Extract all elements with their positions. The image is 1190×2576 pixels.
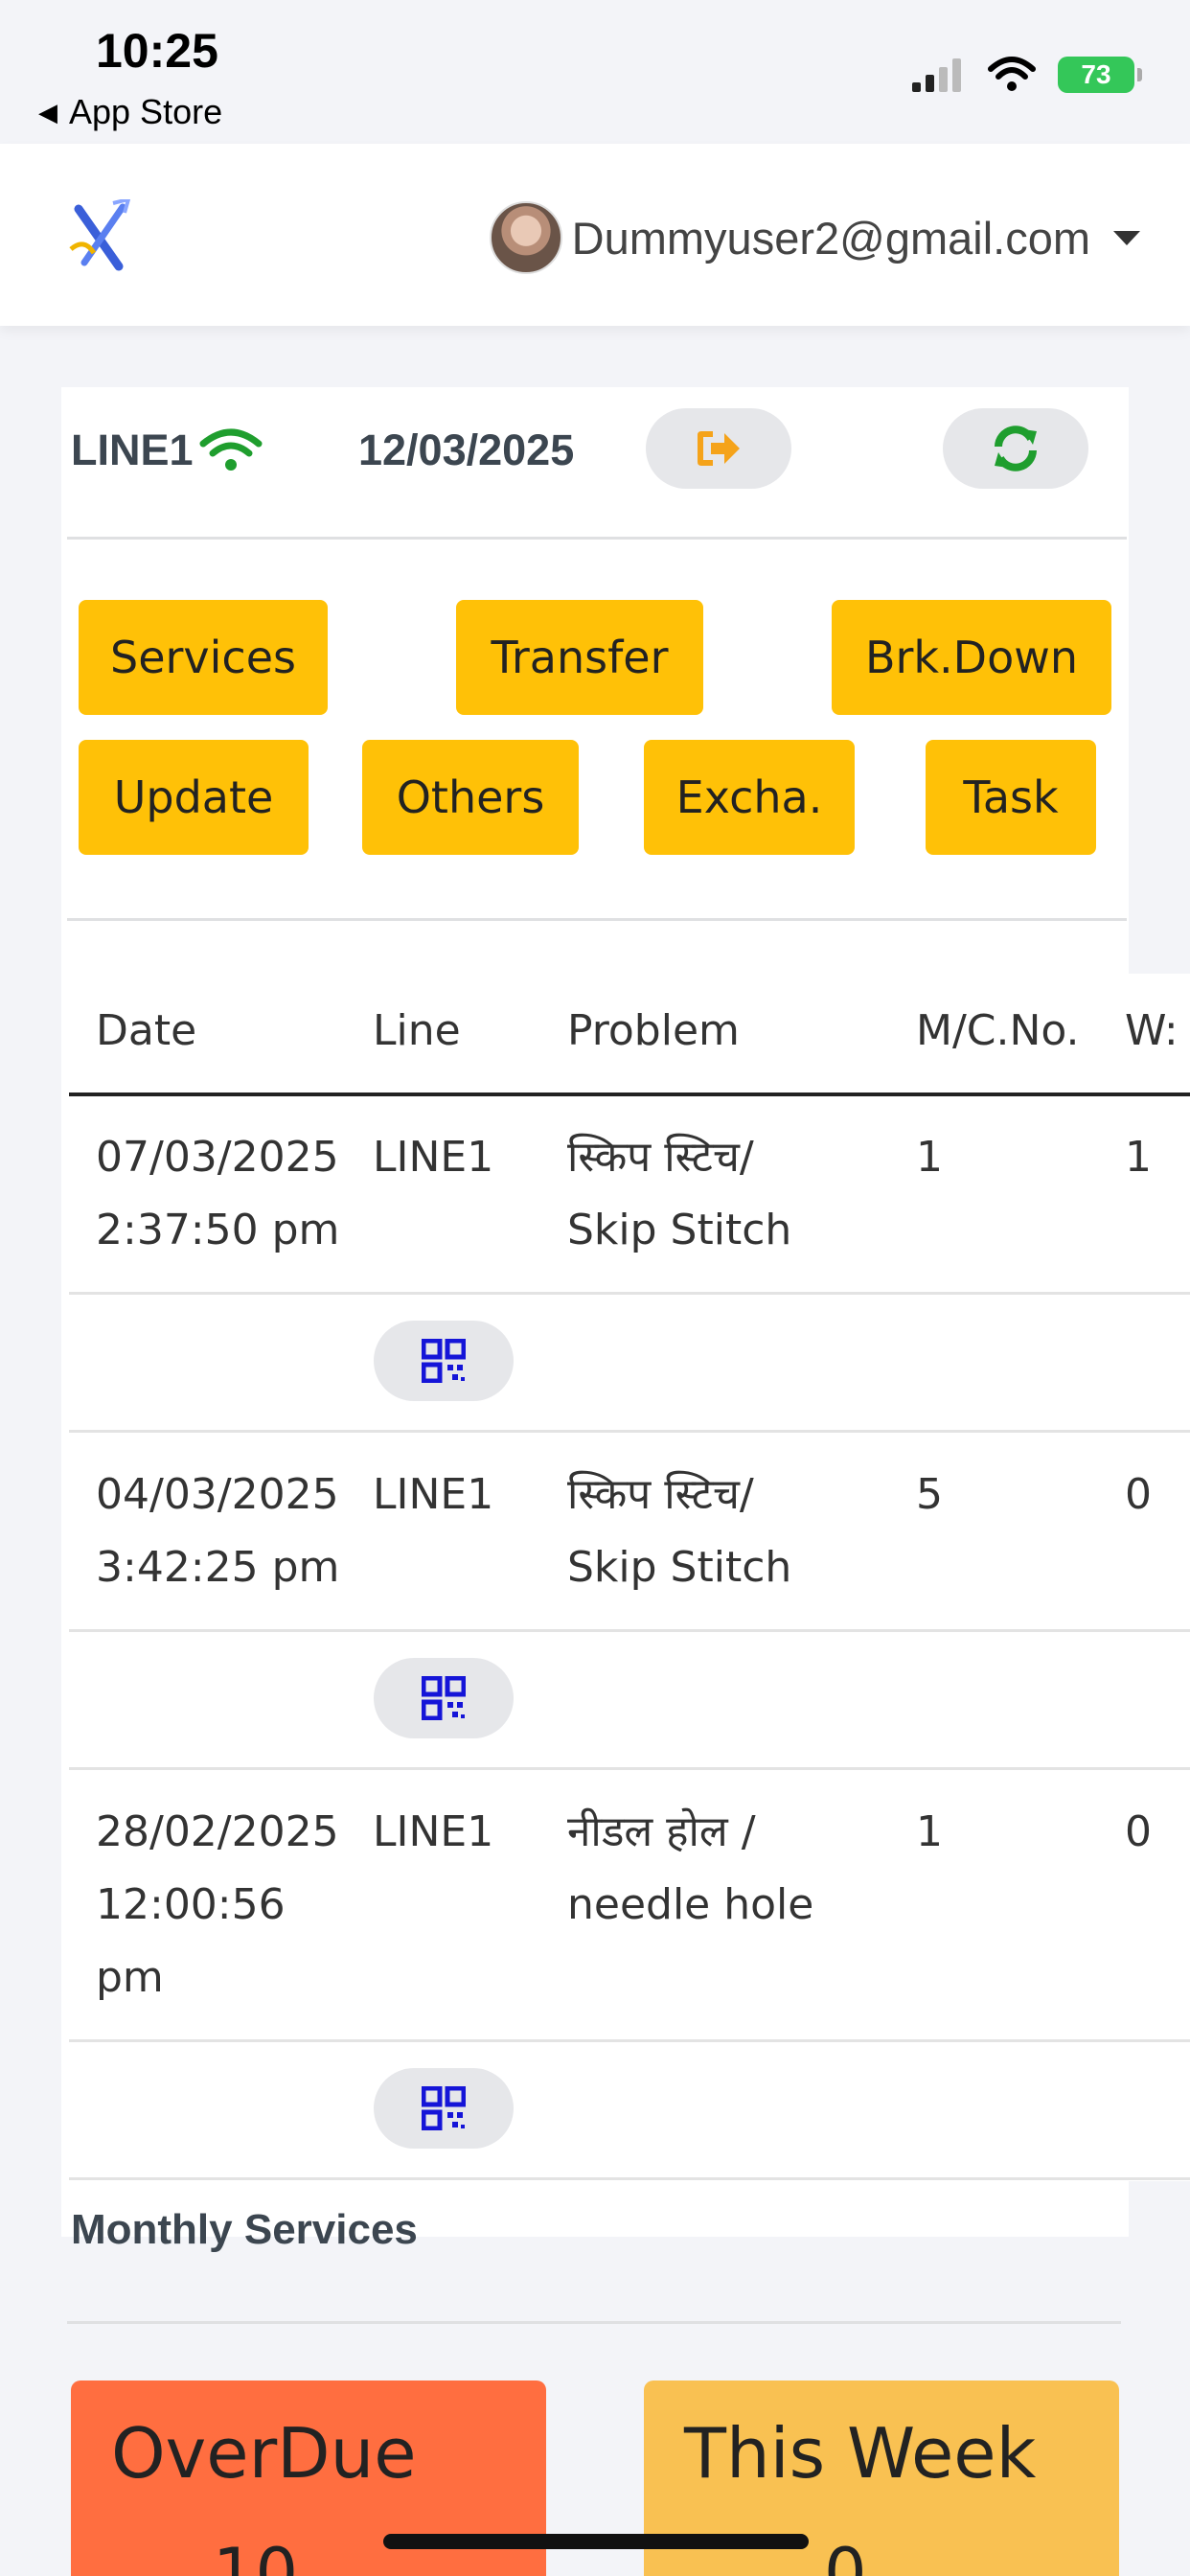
row-divider <box>69 1292 1190 1295</box>
row-divider <box>69 1629 1190 1632</box>
row-problem: स्किप स्टिच/ Skip Stitch <box>567 1459 791 1604</box>
row-problem-hindi: नीडल होल / <box>567 1807 756 1856</box>
back-label: App Store <box>69 92 223 131</box>
qrcode-icon <box>422 2086 466 2130</box>
user-email: Dummyuser2@gmail.com <box>571 212 1090 264</box>
breakdown-button[interactable]: Brk.Down <box>832 600 1111 715</box>
row-w: 0 <box>1125 1807 1152 1856</box>
sign-out-icon <box>698 431 740 466</box>
column-header-line: Line <box>373 1006 461 1055</box>
row-date: 04/03/2025 3:42:25 pm <box>96 1459 339 1604</box>
chevron-down-icon <box>1113 230 1140 245</box>
app-header: Dummyuser2@gmail.com <box>0 144 1190 326</box>
row-mc-no: 5 <box>916 1470 943 1519</box>
row-divider <box>69 2039 1190 2042</box>
status-time: 10:25 <box>96 24 218 78</box>
row-problem: स्किप स्टिच/ Skip Stitch <box>567 1121 791 1267</box>
this-week-label: This Week <box>684 2413 1037 2494</box>
row-date-day: 28/02/2025 <box>96 1807 339 1856</box>
column-header-w: W: <box>1125 1006 1179 1055</box>
row-date-day: 04/03/2025 <box>96 1470 339 1519</box>
status-bar: 10:25 ◀ App Store 73 <box>0 0 1190 142</box>
row-problem-english: needle hole <box>567 1880 814 1929</box>
row-divider <box>69 2177 1190 2180</box>
service-table: Date Line Problem M/C.No. W: 07/03/2025 … <box>69 974 1190 2181</box>
battery-icon: 73 <box>1058 57 1142 93</box>
wifi-status-icon <box>988 57 1036 91</box>
row-date: 07/03/2025 2:37:50 pm <box>96 1121 339 1267</box>
row-problem-english: Skip Stitch <box>567 1543 792 1592</box>
row-w: 0 <box>1125 1470 1152 1519</box>
wifi-icon <box>199 428 263 471</box>
divider <box>67 2321 1121 2324</box>
row-divider <box>69 1430 1190 1433</box>
row-date-ampm: pm <box>96 1953 164 2002</box>
row-mc-no: 1 <box>916 1807 943 1856</box>
transfer-button[interactable]: Transfer <box>456 600 703 715</box>
battery-level: 73 <box>1081 59 1111 89</box>
section-title: Monthly Services <box>71 2206 418 2253</box>
services-button[interactable]: Services <box>79 600 328 715</box>
logout-button[interactable] <box>646 408 791 489</box>
overdue-count: 10 <box>213 2534 299 2576</box>
refresh-button[interactable] <box>943 408 1088 489</box>
column-header-mc-no: M/C.No. <box>916 1006 1080 1055</box>
column-header-date: Date <box>96 1006 197 1055</box>
row-w: 1 <box>1125 1133 1152 1182</box>
row-line: LINE1 <box>373 1807 494 1856</box>
row-mc-no: 1 <box>916 1133 943 1182</box>
qrcode-icon <box>422 1339 466 1383</box>
overdue-label: OverDue <box>111 2413 417 2494</box>
column-header-problem: Problem <box>567 1006 740 1055</box>
divider <box>67 537 1127 540</box>
current-date: 12/03/2025 <box>358 426 575 474</box>
row-line: LINE1 <box>373 1470 494 1519</box>
line-label: LINE1 <box>71 426 264 475</box>
others-button[interactable]: Others <box>362 740 579 855</box>
user-menu[interactable]: Dummyuser2@gmail.com <box>489 201 1140 274</box>
this-week-count: 0 <box>824 2534 867 2576</box>
task-button[interactable]: Task <box>926 740 1096 855</box>
qr-code-button[interactable] <box>374 1321 514 1401</box>
row-divider <box>69 1767 1190 1770</box>
qr-code-button[interactable] <box>374 2068 514 2149</box>
row-date: 28/02/2025 12:00:56 pm <box>96 1796 339 2014</box>
back-triangle-icon: ◀ <box>38 97 57 126</box>
status-icons: 73 <box>910 56 1142 94</box>
row-problem-hindi: स्किप स्टिच/ <box>567 1470 754 1519</box>
divider <box>67 918 1127 921</box>
app-logo-icon <box>69 199 131 271</box>
line-toolbar: LINE1 12/03/2025 <box>71 406 1125 502</box>
row-date-time: 3:42:25 pm <box>96 1543 340 1592</box>
row-date-day: 07/03/2025 <box>96 1133 339 1182</box>
row-problem-hindi: स्किप स्टिच/ <box>567 1133 754 1182</box>
qrcode-icon <box>422 1676 466 1720</box>
home-indicator[interactable] <box>383 2534 809 2549</box>
avatar <box>489 201 562 274</box>
refresh-icon <box>995 426 1037 472</box>
header-underline <box>69 1092 1190 1096</box>
line-name: LINE1 <box>71 426 194 474</box>
cellular-signal-icon <box>912 58 961 92</box>
row-problem: नीडल होल / needle hole <box>567 1796 813 1942</box>
exchange-button[interactable]: Excha. <box>644 740 855 855</box>
update-button[interactable]: Update <box>79 740 309 855</box>
row-line: LINE1 <box>373 1133 494 1182</box>
row-problem-english: Skip Stitch <box>567 1206 792 1254</box>
row-date-time: 12:00:56 <box>96 1880 286 1929</box>
qr-code-button[interactable] <box>374 1658 514 1738</box>
back-to-app-store[interactable]: ◀ App Store <box>38 92 222 132</box>
row-date-time: 2:37:50 pm <box>96 1206 340 1254</box>
